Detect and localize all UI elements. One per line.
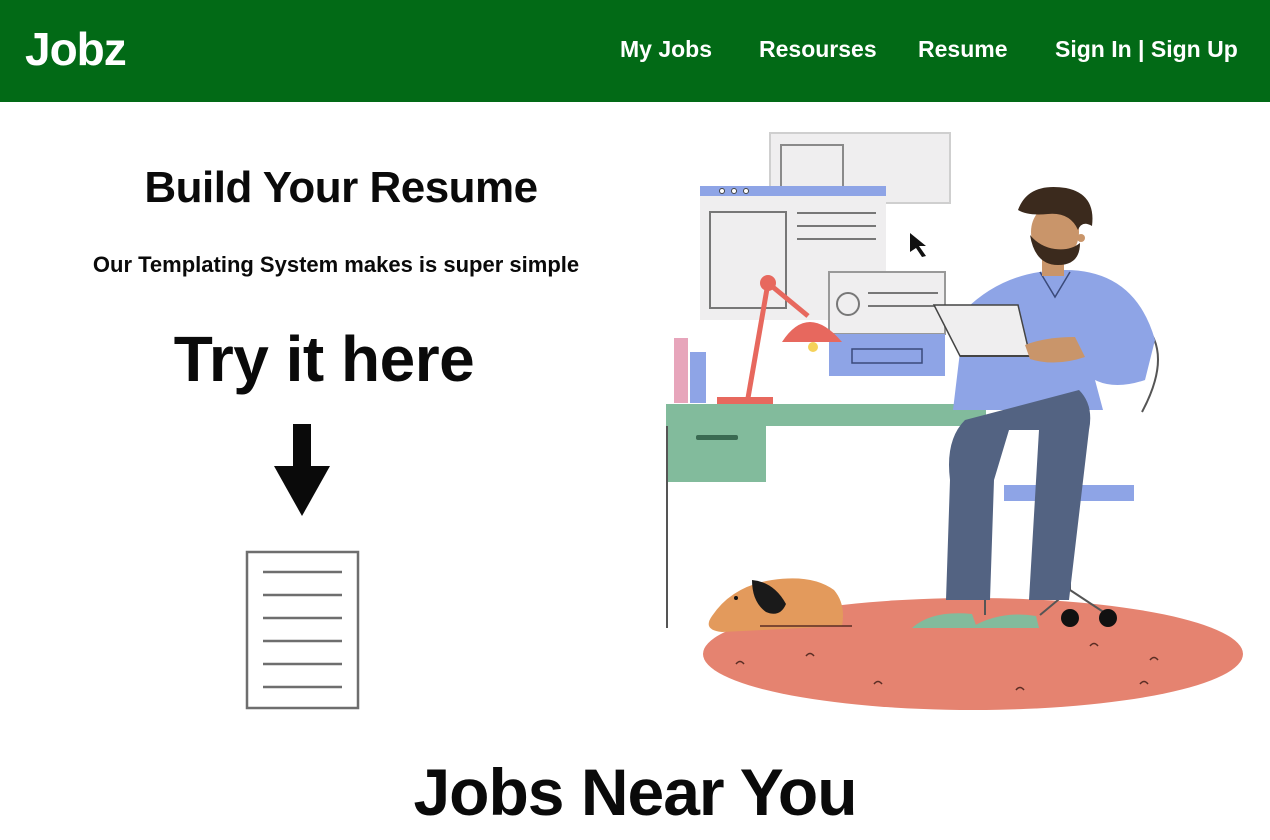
nav-resources[interactable]: Resourses — [759, 36, 877, 63]
hero-subtitle: Our Templating System makes is super sim… — [92, 252, 580, 277]
nav-resume[interactable]: Resume — [918, 36, 1007, 63]
jobs-near-you-heading: Jobs Near You — [413, 755, 857, 829]
arrow-down-icon — [274, 424, 330, 516]
try-it-heading: Try it here — [173, 323, 475, 395]
top-navbar: Jobz My Jobs Resourses Resume Sign In | … — [0, 0, 1270, 102]
logo[interactable]: Jobz — [25, 22, 127, 76]
hero-title: Build Your Resume — [144, 163, 538, 212]
nav-my-jobs[interactable]: My Jobs — [620, 36, 712, 63]
nav-sign-in-sign-up[interactable]: Sign In | Sign Up — [1055, 36, 1238, 63]
document-icon[interactable] — [245, 550, 361, 711]
person-working-at-desk-illustration — [666, 132, 1243, 710]
